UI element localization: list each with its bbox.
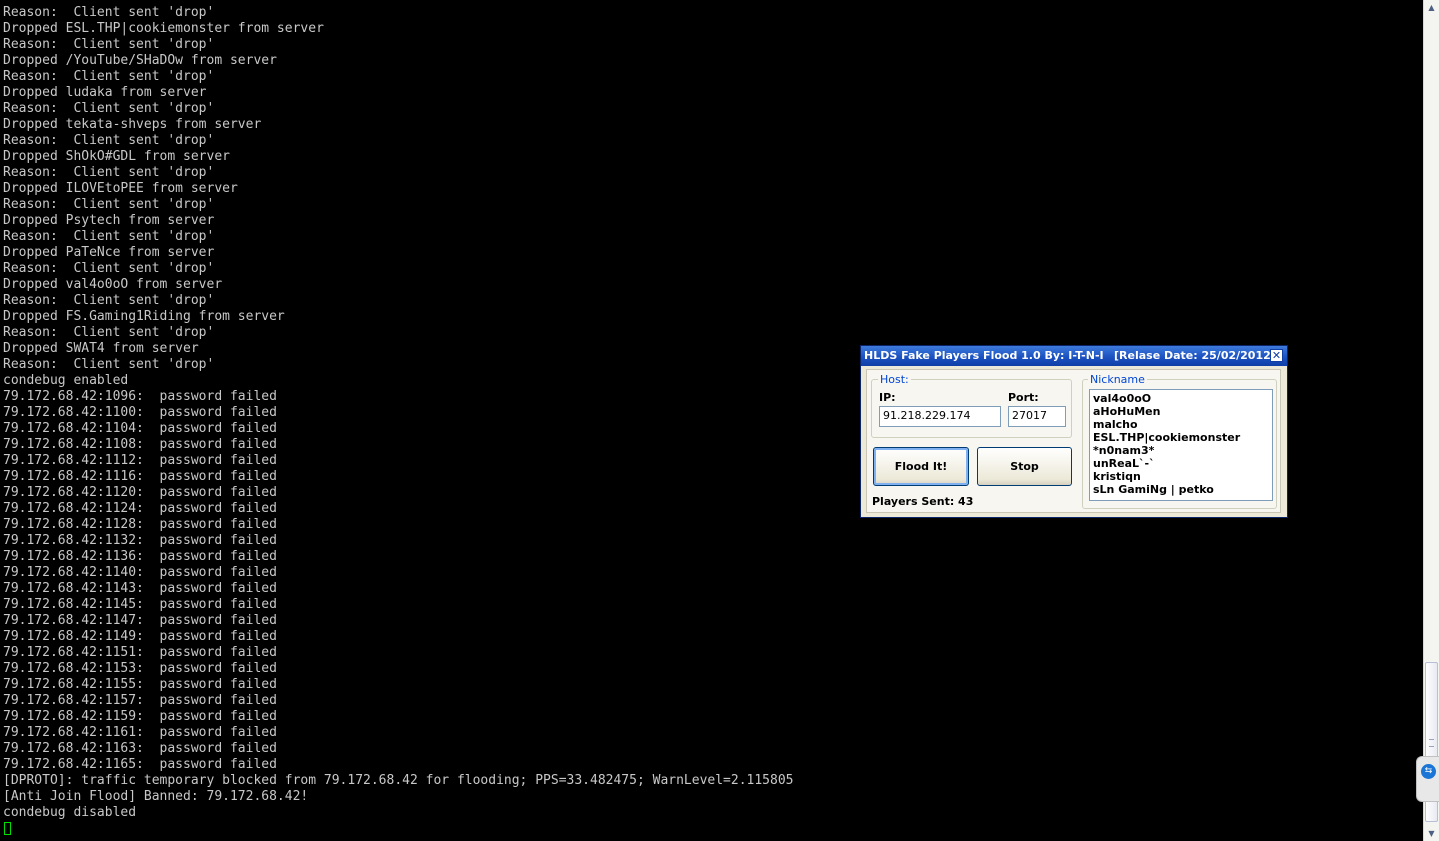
arrow-up-icon[interactable]: ▲ — [1424, 0, 1439, 15]
console-line: 79.172.68.42:1124: password failed — [3, 501, 277, 516]
console-line: 79.172.68.42:1100: password failed — [3, 405, 277, 420]
grip-icon — [1429, 739, 1434, 747]
console-line: 79.172.68.42:1120: password failed — [3, 485, 277, 500]
console-line: 79.172.68.42:1147: password failed — [3, 613, 277, 628]
teamviewer-tab[interactable]: ⇆ — [1416, 756, 1439, 802]
console-line: 79.172.68.42:1159: password failed — [3, 709, 277, 724]
players-sent-status: Players Sent: 43 — [872, 495, 974, 508]
host-group-label: Host: — [878, 373, 911, 386]
console-line: 79.172.68.42:1157: password failed — [3, 693, 277, 708]
console-line: Dropped tekata-shveps from server — [3, 117, 262, 132]
console-line: 79.172.68.42:1116: password failed — [3, 469, 277, 484]
console-lines: Reason: Client sent 'drop' Dropped ESL.TH… — [3, 5, 794, 821]
console-line: 79.172.68.42:1161: password failed — [3, 725, 277, 740]
console-line: 79.172.68.42:1151: password failed — [3, 645, 277, 660]
port-input[interactable]: 27017 — [1008, 406, 1066, 427]
nickname-item[interactable]: *n0nam3* — [1093, 444, 1269, 457]
console-line: Reason: Client sent 'drop' — [3, 229, 215, 244]
console-line: Dropped /YouTube/SHaDOw from server — [3, 53, 277, 68]
console-line: [Anti Join Flood] Banned: 79.172.68.42! — [3, 789, 309, 804]
console-line: Reason: Client sent 'drop' — [3, 37, 215, 52]
nickname-item[interactable]: kristiqn — [1093, 470, 1269, 483]
port-label: Port: — [1008, 391, 1039, 404]
release-date: [Relase Date: 25/02/2012] — [1114, 349, 1276, 362]
console-line: Reason: Client sent 'drop' — [3, 261, 215, 276]
console-line: Reason: Client sent 'drop' — [3, 69, 215, 84]
close-icon[interactable]: ✕ — [1270, 349, 1283, 362]
title-bar[interactable]: HLDS Fake Players Flood 1.0 By: I-T-N-I … — [861, 346, 1287, 366]
console-line: Dropped ludaka from server — [3, 85, 207, 100]
console-line: Dropped Psytech from server — [3, 213, 215, 228]
console-line: 79.172.68.42:1145: password failed — [3, 597, 277, 612]
flood-app-window: HLDS Fake Players Flood 1.0 By: I-T-N-I … — [860, 345, 1288, 518]
console-line: Dropped ILOVEtoPEE from server — [3, 181, 238, 196]
nickname-item[interactable]: val4o0oO — [1093, 392, 1269, 405]
console-line: 79.172.68.42:1149: password failed — [3, 629, 277, 644]
console-scrollbar[interactable]: ▲ ▼ — [1423, 0, 1439, 841]
stop-button[interactable]: Stop — [977, 447, 1072, 486]
nickname-item[interactable]: ESL.THP|cookiemonster — [1093, 431, 1269, 444]
teamviewer-icon: ⇆ — [1421, 764, 1436, 779]
console-line: 79.172.68.42:1108: password failed — [3, 437, 277, 452]
nickname-item[interactable]: unReaL`-` — [1093, 457, 1269, 470]
console-line: 79.172.68.42:1143: password failed — [3, 581, 277, 596]
console-line: 79.172.68.42:1165: password failed — [3, 757, 277, 772]
console-line: Reason: Client sent 'drop' — [3, 165, 215, 180]
console-line: 79.172.68.42:1128: password failed — [3, 517, 277, 532]
console-line: condebug enabled — [3, 373, 129, 388]
console-line: Reason: Client sent 'drop' — [3, 197, 215, 212]
console-line: 79.172.68.42:1163: password failed — [3, 741, 277, 756]
console-line: Dropped val4o0oO from server — [3, 277, 223, 292]
console-line: Dropped SWAT4 from server — [3, 341, 199, 356]
console-line: Dropped ESL.THP|cookiemonster from serve… — [3, 21, 324, 36]
ip-label: IP: — [879, 391, 896, 404]
console-line: 79.172.68.42:1155: password failed — [3, 677, 277, 692]
console-line: Reason: Client sent 'drop' — [3, 357, 215, 372]
nickname-list[interactable]: val4o0oO aHoHuMen malcho ESL.THP|cookiemons… — [1089, 389, 1273, 501]
console-line: 79.172.68.42:1140: password failed — [3, 565, 277, 580]
arrow-down-icon[interactable]: ▼ — [1424, 826, 1439, 841]
console-line: Reason: Client sent 'drop' — [3, 101, 215, 116]
console-line: [DPROTO]: traffic temporary blocked from… — [3, 773, 794, 788]
nickname-item[interactable]: malcho — [1093, 418, 1269, 431]
console-line: Reason: Client sent 'drop' — [3, 293, 215, 308]
nickname-item[interactable]: aHoHuMen — [1093, 405, 1269, 418]
console-line: condebug disabled — [3, 805, 137, 820]
window-title: HLDS Fake Players Flood 1.0 By: I-T-N-I — [864, 349, 1104, 362]
nickname-group-label: Nickname — [1088, 373, 1147, 386]
console-line: Reason: Client sent 'drop' — [3, 5, 215, 20]
console-line: 79.172.68.42:1136: password failed — [3, 549, 277, 564]
console-line: 79.172.68.42:1132: password failed — [3, 533, 277, 548]
flood-button[interactable]: Flood It! — [873, 447, 969, 486]
console-line: 79.172.68.42:1104: password failed — [3, 421, 277, 436]
window-body: Host: IP: Port: 91.218.229.174 27017 Flo… — [866, 369, 1281, 513]
console-line: Dropped ShOkO#GDL from server — [3, 149, 230, 164]
console-line: Dropped PaTeNce from server — [3, 245, 215, 260]
console-line: 79.172.68.42:1112: password failed — [3, 453, 277, 468]
console-line: 79.172.68.42:1153: password failed — [3, 661, 277, 676]
console-line: 79.172.68.42:1096: password failed — [3, 389, 277, 404]
nickname-group: Nickname val4o0oO aHoHuMen malcho ESL.THP|c… — [1082, 373, 1277, 509]
console-cursor — [4, 822, 11, 835]
console-line: Reason: Client sent 'drop' — [3, 133, 215, 148]
nickname-item[interactable]: sLn GamiNg | petko — [1093, 483, 1269, 496]
console-line: Reason: Client sent 'drop' — [3, 325, 215, 340]
console-line: Dropped FS.Gaming1Riding from server — [3, 309, 285, 324]
ip-input[interactable]: 91.218.229.174 — [879, 406, 1001, 427]
